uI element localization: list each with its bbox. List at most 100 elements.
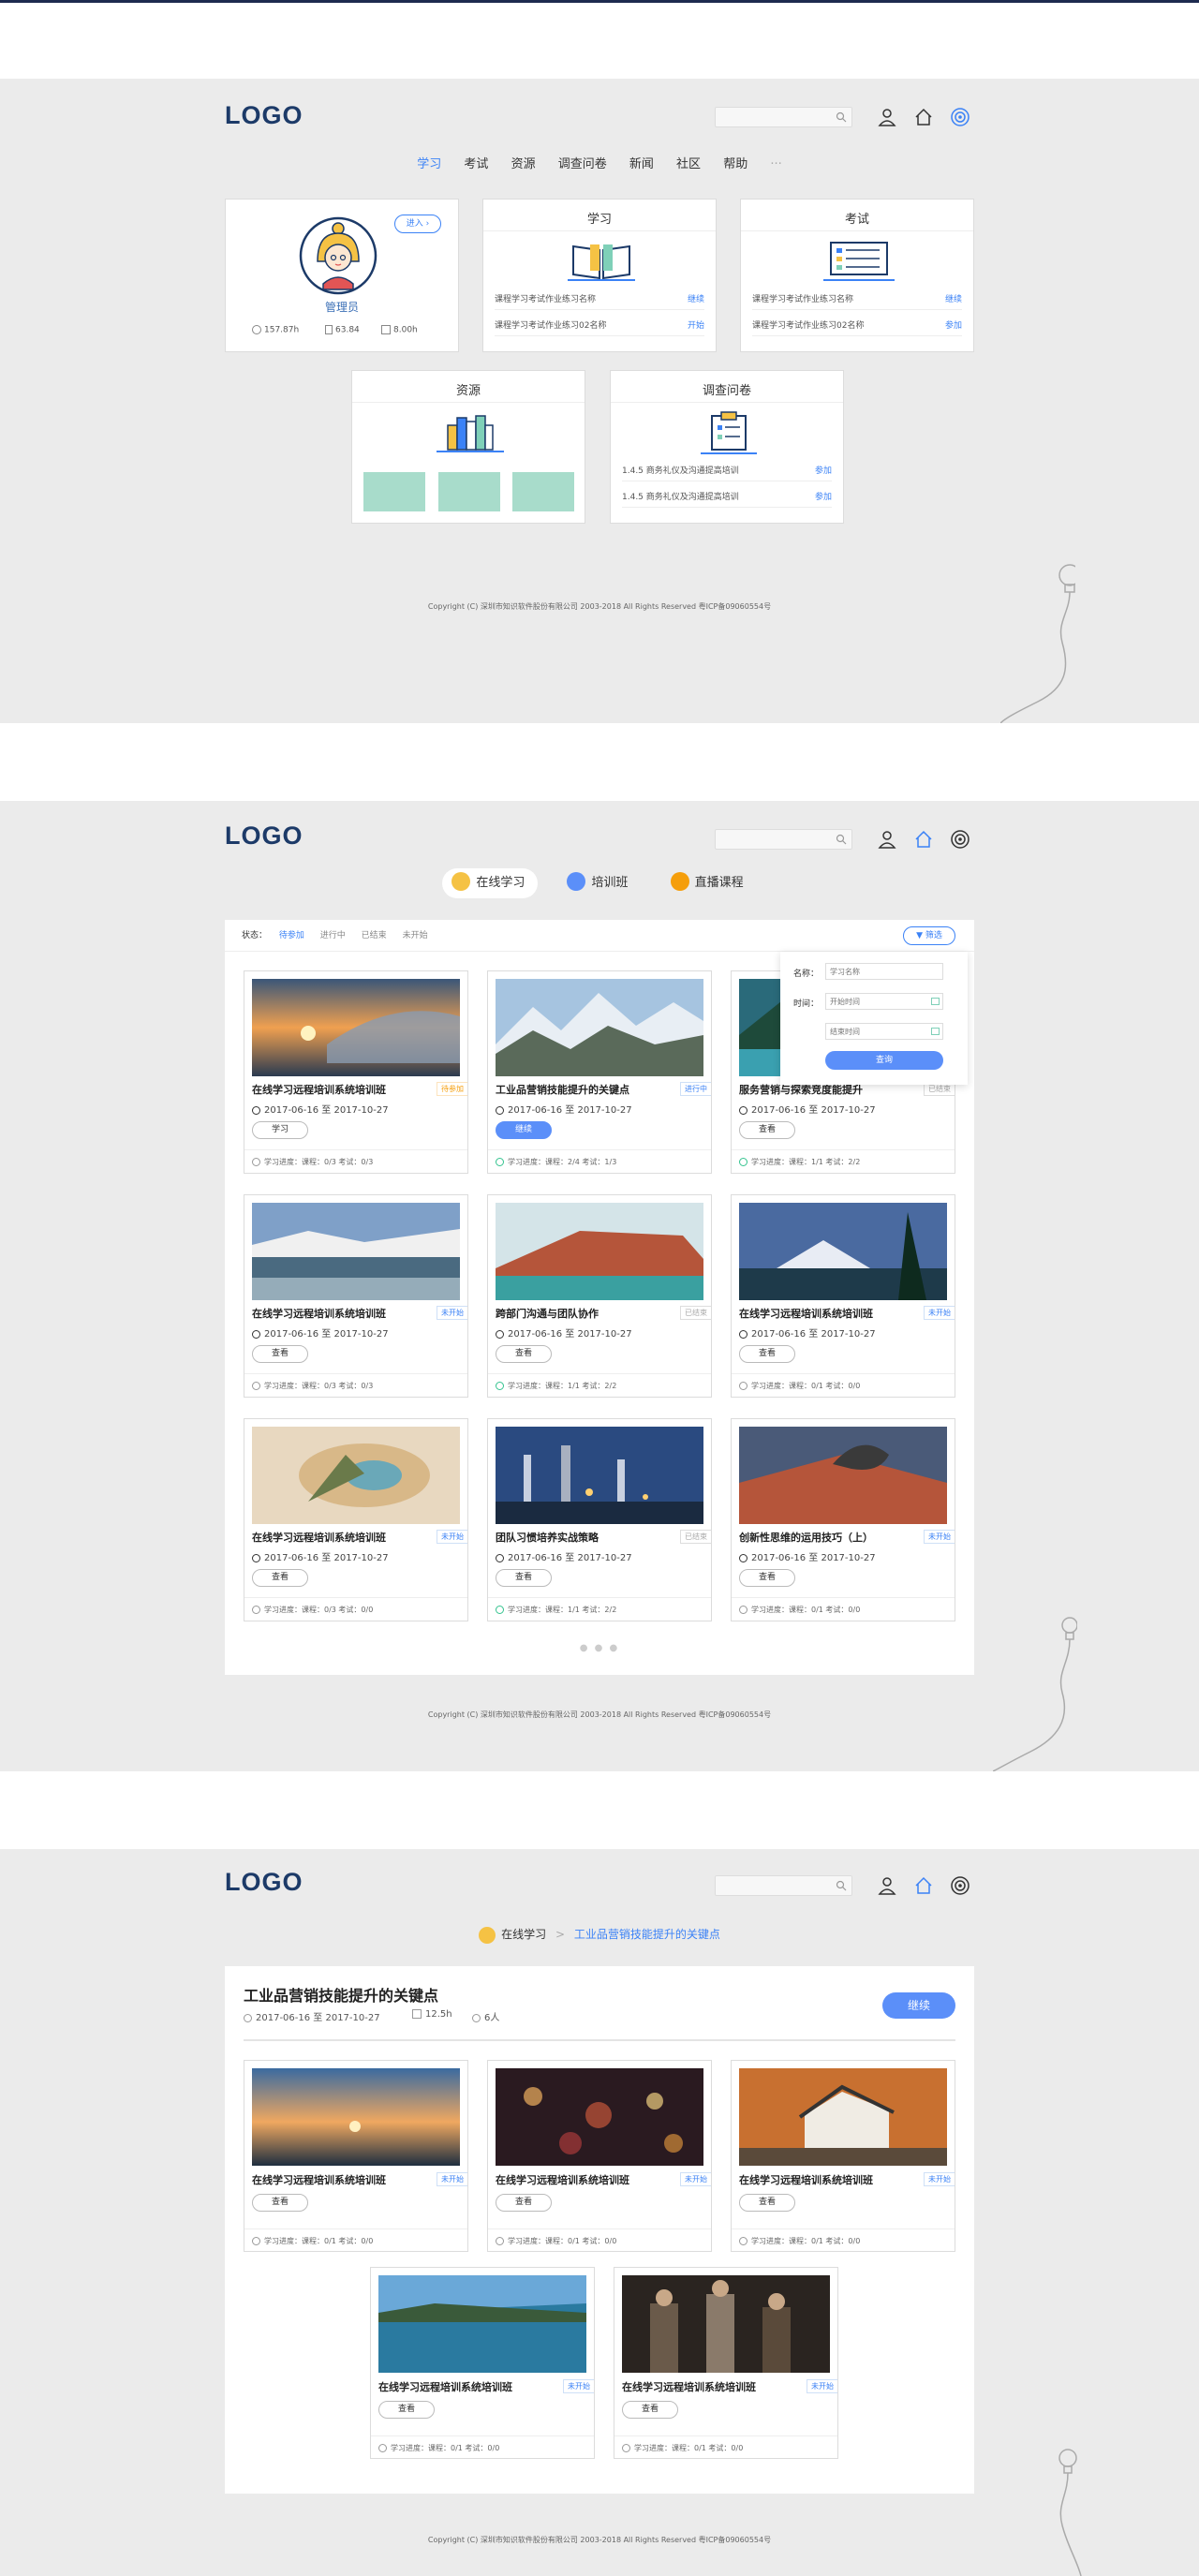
end-date-field[interactable] <box>825 1023 943 1040</box>
logo[interactable]: LOGO <box>225 101 303 130</box>
course-card[interactable]: 在线学习远程培训系统培训班 未开始 2017-06-16 至 2017-10-2… <box>244 1418 468 1621</box>
course-card[interactable]: 创新性思维的运用技巧（上） 未开始 2017-06-16 至 2017-10-2… <box>731 1418 955 1621</box>
course-title[interactable]: 在线学习远程培训系统培训班 <box>252 1306 421 1321</box>
enter-button[interactable]: 进入 › <box>394 215 441 233</box>
tab-online-study[interactable]: 在线学习 <box>442 868 539 898</box>
survey-card[interactable]: 调查问卷 1.4.5 商务礼仪及沟通提高培训 参加 1.4.5 商务礼仪及沟通提高… <box>610 370 844 524</box>
resource-thumb-2[interactable] <box>438 472 500 511</box>
view-button[interactable]: 查看 <box>496 1345 552 1363</box>
course-card[interactable]: 跨部门沟通与团队协作 已结束 2017-06-16 至 2017-10-27 查… <box>487 1194 712 1398</box>
course-card[interactable]: 团队习惯培养实战策略 已结束 2017-06-16 至 2017-10-27 查… <box>487 1418 712 1621</box>
view-button[interactable]: 查看 <box>739 1121 795 1139</box>
view-button[interactable]: 查看 <box>739 1345 795 1363</box>
course-card[interactable]: 在线学习远程培训系统培训班 未开始 查看 学习进度：课程：0/1 考试：0/0 <box>244 2060 468 2252</box>
course-card[interactable]: 在线学习远程培训系统培训班 未开始 查看 学习进度：课程：0/1 考试：0/0 <box>370 2267 595 2459</box>
course-card[interactable]: 在线学习远程培训系统培训班 未开始 2017-06-16 至 2017-10-2… <box>244 1194 468 1398</box>
filter-pending[interactable]: 待参加 <box>279 931 304 940</box>
calendar-icon[interactable] <box>931 1028 940 1035</box>
nav-item-exam[interactable]: 考试 <box>464 154 488 171</box>
user-icon[interactable] <box>877 1875 897 1896</box>
exam-item-1[interactable]: 课程学习考试作业练习名称 继续 <box>752 289 962 310</box>
search-icon[interactable] <box>836 1880 847 1891</box>
filter-button[interactable]: ▼ 筛选 <box>903 926 955 945</box>
course-title[interactable]: 工业品营销技能提升的关键点 <box>496 1082 664 1097</box>
resource-thumb-3[interactable] <box>512 472 574 511</box>
course-title[interactable]: 在线学习远程培训系统培训班 <box>378 2379 547 2394</box>
course-title[interactable]: 在线学习远程培训系统培训班 <box>739 2172 908 2187</box>
course-card[interactable]: 在线学习远程培训系统培训班 未开始 查看 学习进度：课程：0/1 考试：0/0 <box>614 2267 838 2459</box>
home-icon[interactable] <box>913 1875 934 1896</box>
filter-in-progress[interactable]: 进行中 <box>320 931 346 940</box>
filter-not-started[interactable]: 未开始 <box>403 931 428 940</box>
resource-thumb-1[interactable] <box>363 472 425 511</box>
view-button[interactable]: 查看 <box>252 2194 308 2212</box>
search-input[interactable] <box>715 829 852 850</box>
target-icon[interactable] <box>950 107 970 127</box>
view-button[interactable]: 查看 <box>622 2401 678 2419</box>
course-title[interactable]: 团队习惯培养实战策略 <box>496 1530 664 1545</box>
course-title[interactable]: 跨部门沟通与团队协作 <box>496 1306 664 1321</box>
course-title[interactable]: 在线学习远程培训系统培训班 <box>252 1082 421 1097</box>
course-title[interactable]: 在线学习远程培训系统培训班 <box>252 2172 421 2187</box>
target-icon[interactable] <box>950 1875 970 1896</box>
exam-item-2[interactable]: 课程学习考试作业练习02名称 参加 <box>752 316 962 336</box>
tab-live-course[interactable]: 直播课程 <box>661 868 757 898</box>
tab-training-class[interactable]: 培训班 <box>557 868 641 898</box>
query-button[interactable]: 查询 <box>825 1051 943 1070</box>
continue-button[interactable]: 继续 <box>496 1121 552 1139</box>
view-button[interactable]: 查看 <box>252 1345 308 1363</box>
view-button[interactable]: 查看 <box>496 2194 552 2212</box>
survey-item-2[interactable]: 1.4.5 商务礼仪及沟通提高培训 参加 <box>622 487 832 508</box>
home-icon[interactable] <box>913 107 934 127</box>
bulb-icon <box>1058 2449 1082 2576</box>
exam-card[interactable]: 考试 课程学习考试作业练习名称 继续 课程学习考试作业练习02名称 参加 <box>740 199 974 352</box>
course-card[interactable]: 在线学习远程培训系统培训班 未开始 查看 学习进度：课程：0/1 考试：0/0 <box>731 2060 955 2252</box>
nav-more[interactable]: ··· <box>770 157 781 171</box>
breadcrumb-root[interactable]: 在线学习 <box>501 1928 546 1941</box>
nav-item-survey[interactable]: 调查问卷 <box>558 154 607 171</box>
search-icon[interactable] <box>836 111 847 123</box>
pagination-dots[interactable]: ● ● ● <box>576 1643 623 1653</box>
survey-item-1[interactable]: 1.4.5 商务礼仪及沟通提高培训 参加 <box>622 461 832 481</box>
nav-item-help[interactable]: 帮助 <box>723 154 748 171</box>
course-title[interactable]: 在线学习远程培训系统培训班 <box>622 2379 791 2394</box>
course-card[interactable]: 工业品营销技能提升的关键点 进行中 2017-06-16 至 2017-10-2… <box>487 970 712 1174</box>
search-input[interactable] <box>715 1875 852 1896</box>
continue-button[interactable]: 继续 <box>882 1992 955 2019</box>
search-input[interactable] <box>715 107 852 127</box>
logo[interactable]: LOGO <box>225 822 303 851</box>
start-date-field[interactable] <box>825 993 943 1010</box>
view-button[interactable]: 查看 <box>496 1569 552 1587</box>
filter-ended[interactable]: 已结束 <box>362 931 387 940</box>
name-field[interactable] <box>825 963 943 980</box>
course-card[interactable]: 在线学习远程培训系统培训班 未开始 2017-06-16 至 2017-10-2… <box>731 1194 955 1398</box>
study-button[interactable]: 学习 <box>252 1121 308 1139</box>
nav-item-news[interactable]: 新闻 <box>629 154 654 171</box>
view-button[interactable]: 查看 <box>739 2194 795 2212</box>
study-item-1[interactable]: 课程学习考试作业练习名称 继续 <box>495 289 704 310</box>
study-card[interactable]: 学习 课程学习考试作业练习名称 继续 课程学习考试作业练习02名称 开始 <box>482 199 717 352</box>
nav-item-study[interactable]: 学习 <box>417 154 441 171</box>
study-item-2[interactable]: 课程学习考试作业练习02名称 开始 <box>495 316 704 336</box>
view-button[interactable]: 查看 <box>739 1569 795 1587</box>
resource-card[interactable]: 资源 <box>351 370 585 524</box>
user-icon[interactable] <box>877 107 897 127</box>
user-icon[interactable] <box>877 829 897 850</box>
course-card[interactable]: 在线学习远程培训系统培训班 未开始 查看 学习进度：课程：0/1 考试：0/0 <box>487 2060 712 2252</box>
course-title[interactable]: 在线学习远程培训系统培训班 <box>252 1530 421 1545</box>
view-button[interactable]: 查看 <box>252 1569 308 1587</box>
view-button[interactable]: 查看 <box>378 2401 435 2419</box>
nav-item-community[interactable]: 社区 <box>676 154 701 171</box>
home-icon[interactable] <box>913 829 934 850</box>
course-title[interactable]: 创新性思维的运用技巧（上） <box>739 1530 908 1545</box>
course-title[interactable]: 在线学习远程培训系统培训班 <box>739 1306 908 1321</box>
search-icon[interactable] <box>836 834 847 845</box>
course-title[interactable]: 在线学习远程培训系统培训班 <box>496 2172 664 2187</box>
nav-item-resource[interactable]: 资源 <box>511 154 536 171</box>
progress-ring-icon <box>739 1158 748 1166</box>
target-icon[interactable] <box>950 829 970 850</box>
course-card[interactable]: 在线学习远程培训系统培训班 待参加 2017-06-16 至 2017-10-2… <box>244 970 468 1174</box>
logo[interactable]: LOGO <box>225 1868 303 1897</box>
calendar-icon[interactable] <box>931 998 940 1005</box>
breadcrumb-separator: > <box>555 1928 566 1941</box>
